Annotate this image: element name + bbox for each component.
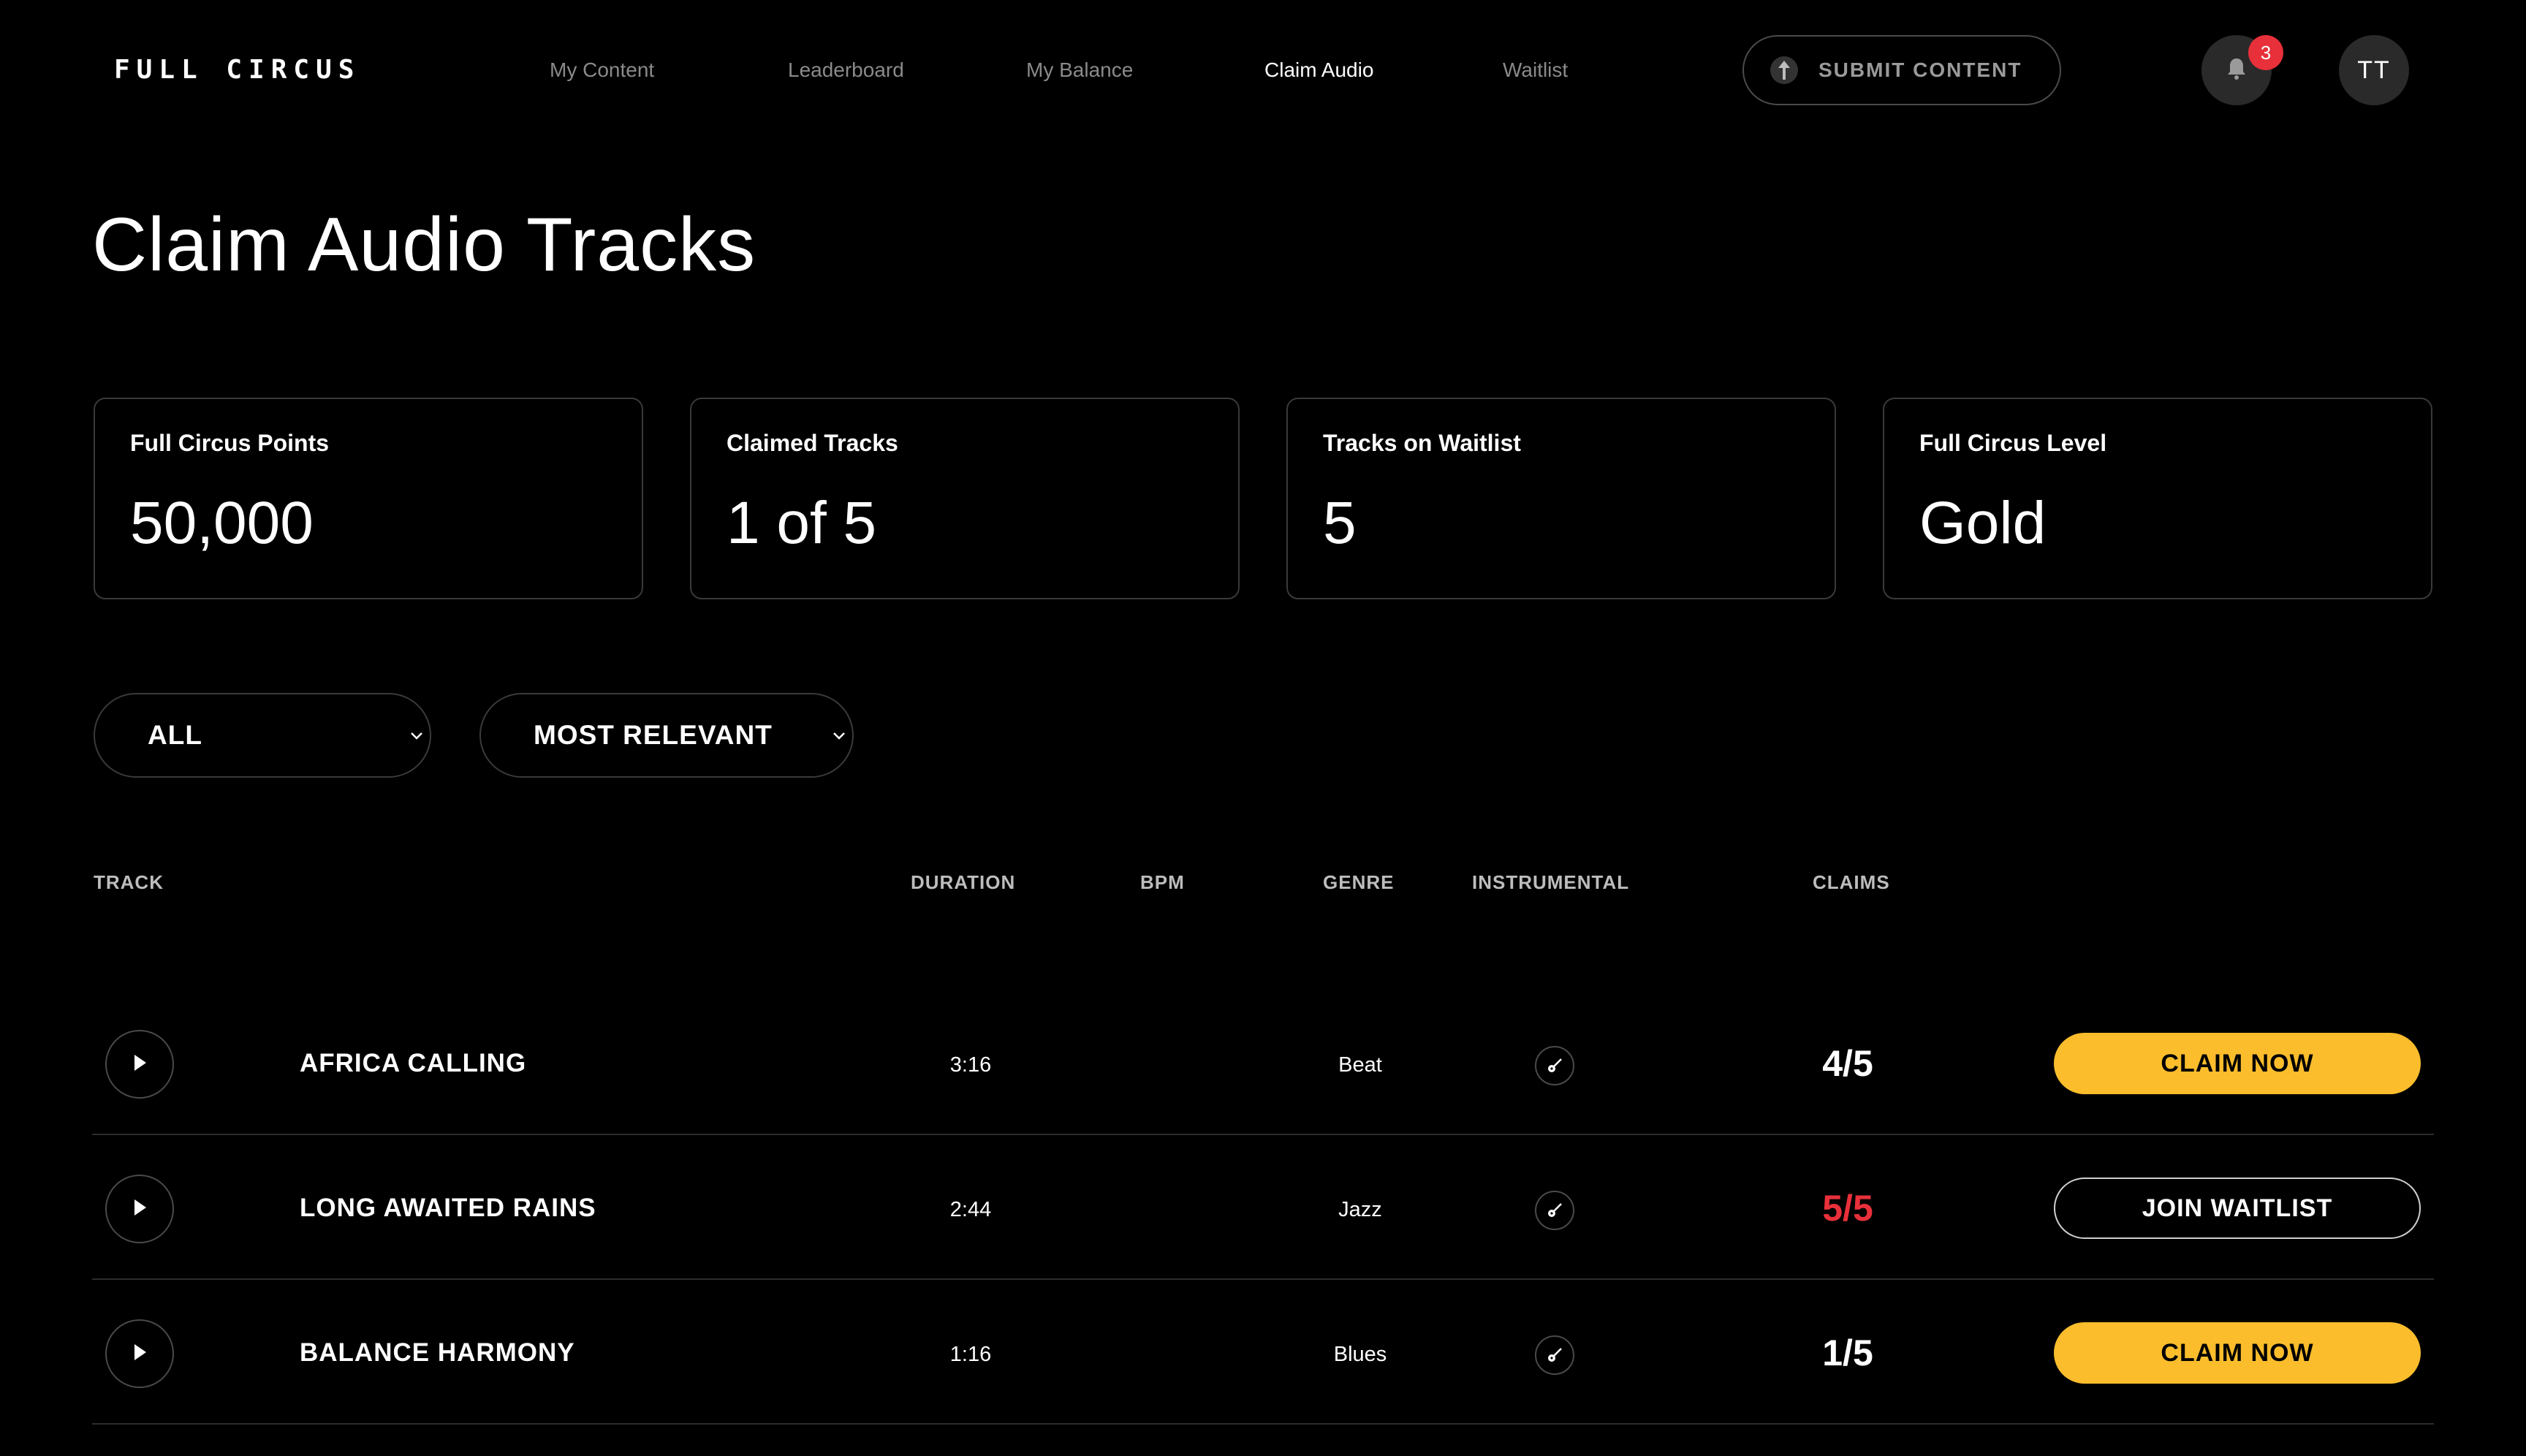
submit-content-button[interactable]: SUBMIT CONTENT <box>1742 35 2061 105</box>
logo[interactable]: FULL CIRCUS <box>114 54 360 86</box>
stat-value: 5 <box>1323 490 1357 556</box>
submit-content-label: SUBMIT CONTENT <box>1818 58 2022 81</box>
nav-my-content[interactable]: My Content <box>550 54 654 86</box>
column-header-genre[interactable]: GENRE <box>1323 870 1394 895</box>
column-header-claims[interactable]: CLAIMS <box>1813 870 1890 895</box>
track-genre: Beat <box>1338 1053 1382 1077</box>
track-duration: 1:16 <box>949 1343 992 1366</box>
track-duration: 2:44 <box>949 1198 992 1221</box>
claim-now-button[interactable]: CLAIM NOW <box>2054 1033 2421 1094</box>
play-button[interactable] <box>105 1175 174 1243</box>
track-name: AFRICA CALLING <box>300 1049 527 1077</box>
stat-value: 1 of 5 <box>727 490 877 556</box>
nav-leaderboard[interactable]: Leaderboard <box>788 54 904 86</box>
play-icon <box>132 1198 148 1221</box>
chevron-down-icon <box>832 731 846 745</box>
column-header-instrumental[interactable]: INSTRUMENTAL <box>1472 870 1629 895</box>
nav-my-balance[interactable]: My Balance <box>1026 54 1133 86</box>
track-genre: Blues <box>1333 1343 1387 1366</box>
track-name: BALANCE HARMONY <box>300 1338 575 1367</box>
stat-card-claimed-tracks: Claimed Tracks 1 of 5 <box>690 398 1240 599</box>
page: FULL CIRCUS My Content Leaderboard My Ba… <box>0 0 2526 1456</box>
column-header-bpm[interactable]: BPM <box>1140 870 1185 895</box>
notification-count-badge: 3 <box>2248 35 2283 70</box>
guitar-icon <box>1535 1335 1574 1375</box>
guitar-icon <box>1535 1046 1574 1085</box>
sort-select[interactable]: MOST RELEVANT <box>479 693 854 778</box>
column-header-duration[interactable]: DURATION <box>911 870 1015 895</box>
play-button[interactable] <box>105 1319 174 1388</box>
nav-waitlist[interactable]: Waitlist <box>1503 54 1568 86</box>
stat-label: Tracks on Waitlist <box>1323 430 1521 456</box>
nav-claim-audio[interactable]: Claim Audio <box>1264 54 1373 86</box>
page-title: Claim Audio Tracks <box>92 202 756 287</box>
chevron-down-icon <box>409 731 424 745</box>
table-row: BALANCE HARMONY 1:16 Blues 1/5 CLAIM NOW <box>92 1280 2434 1425</box>
stat-card-points: Full Circus Points 50,000 <box>94 398 643 599</box>
table-row: LONG AWAITED RAINS 2:44 Jazz 5/5 JOIN WA… <box>92 1135 2434 1280</box>
bell-icon <box>2226 56 2248 85</box>
track-name: LONG AWAITED RAINS <box>300 1194 596 1222</box>
play-icon <box>132 1343 148 1365</box>
stat-label: Full Circus Level <box>1919 430 2107 456</box>
claims-count: 1/5 <box>1822 1332 1873 1373</box>
join-waitlist-button[interactable]: JOIN WAITLIST <box>2054 1178 2421 1239</box>
avatar[interactable]: TT <box>2339 35 2409 105</box>
track-genre: Jazz <box>1338 1198 1382 1221</box>
play-icon <box>132 1053 148 1076</box>
column-header-track[interactable]: TRACK <box>94 870 164 895</box>
play-button[interactable] <box>105 1030 174 1099</box>
category-filter-value: ALL <box>148 720 202 750</box>
claims-count: 4/5 <box>1822 1043 1873 1084</box>
claims-count: 5/5 <box>1822 1188 1873 1229</box>
table-row: AFRICA CALLING 3:16 Beat 4/5 CLAIM NOW <box>92 990 2434 1135</box>
upload-arrow-icon <box>1770 56 1798 84</box>
stat-value: Gold <box>1919 490 2047 556</box>
guitar-icon <box>1535 1191 1574 1230</box>
claim-now-button[interactable]: CLAIM NOW <box>2054 1322 2421 1384</box>
stat-label: Full Circus Points <box>130 430 330 456</box>
track-duration: 3:16 <box>949 1053 992 1077</box>
stat-card-waitlist: Tracks on Waitlist 5 <box>1286 398 1836 599</box>
sort-value: MOST RELEVANT <box>534 720 773 750</box>
category-filter-select[interactable]: ALL <box>94 693 431 778</box>
stat-card-level: Full Circus Level Gold <box>1883 398 2432 599</box>
stat-label: Claimed Tracks <box>727 430 898 456</box>
stat-value: 50,000 <box>130 490 314 556</box>
